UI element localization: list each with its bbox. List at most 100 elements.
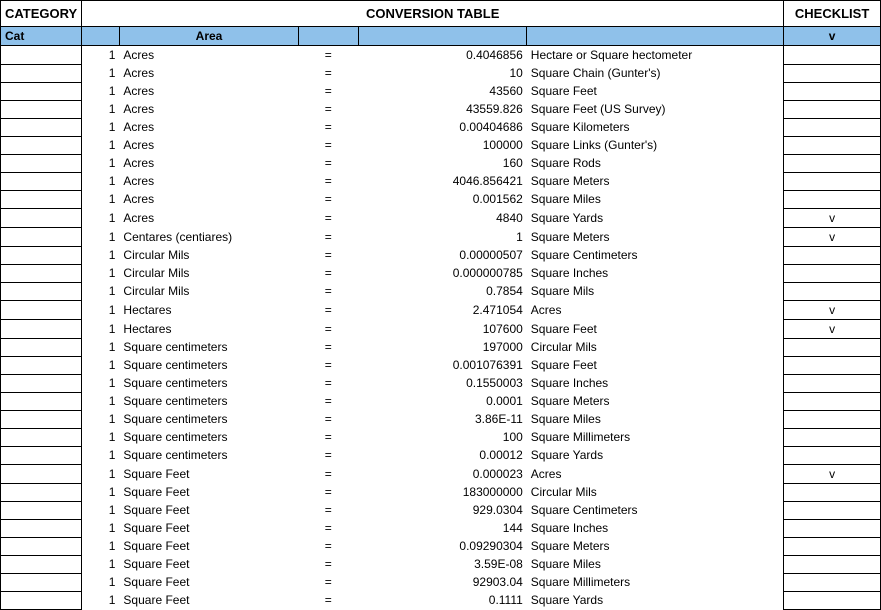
cell-check[interactable] [784,136,881,154]
cell-value[interactable]: 160 [358,154,527,172]
cell-cat[interactable] [1,319,82,338]
cell-check[interactable]: v [784,300,881,319]
cell-qty[interactable]: 1 [82,82,120,100]
cell-qty[interactable]: 1 [82,338,120,356]
cell-qty[interactable]: 1 [82,591,120,609]
cell-qty[interactable]: 1 [82,374,120,392]
cell-from-unit[interactable]: Square Feet [119,591,298,609]
cell-value[interactable]: 0.7854 [358,282,527,300]
cell-to-unit[interactable]: Circular Mils [527,483,784,501]
cell-cat[interactable] [1,446,82,464]
cell-qty[interactable]: 1 [82,501,120,519]
cell-check[interactable] [784,356,881,374]
cell-cat[interactable] [1,282,82,300]
cell-to-unit[interactable]: Square Inches [527,519,784,537]
cell-to-unit[interactable]: Acres [527,464,784,483]
cell-cat[interactable] [1,374,82,392]
cell-cat[interactable] [1,82,82,100]
cell-from-unit[interactable]: Square Feet [119,555,298,573]
cell-value[interactable]: 0.001076391 [358,356,527,374]
cell-to-unit[interactable]: Square Meters [527,227,784,246]
cell-from-unit[interactable]: Square Feet [119,483,298,501]
cell-value[interactable]: 0.000023 [358,464,527,483]
cell-from-unit[interactable]: Square Feet [119,573,298,591]
cell-qty[interactable]: 1 [82,154,120,172]
cell-to-unit[interactable]: Square Chain (Gunter's) [527,64,784,82]
cell-value[interactable]: 4046.856421 [358,172,527,190]
cell-from-unit[interactable]: Square centimeters [119,428,298,446]
cell-from-unit[interactable]: Square Feet [119,464,298,483]
cell-cat[interactable] [1,392,82,410]
cell-qty[interactable]: 1 [82,464,120,483]
cell-qty[interactable]: 1 [82,136,120,154]
cell-value[interactable]: 0.1111 [358,591,527,609]
cell-from-unit[interactable]: Acres [119,190,298,208]
cell-to-unit[interactable]: Hectare or Square hectometer [527,46,784,65]
cell-from-unit[interactable]: Square centimeters [119,374,298,392]
cell-value[interactable]: 0.00000507 [358,246,527,264]
cell-value[interactable]: 4840 [358,208,527,227]
cell-to-unit[interactable]: Square Kilometers [527,118,784,136]
cell-qty[interactable]: 1 [82,246,120,264]
cell-check[interactable] [784,537,881,555]
cell-cat[interactable] [1,555,82,573]
cell-from-unit[interactable]: Square Feet [119,519,298,537]
cell-value[interactable]: 43559.826 [358,100,527,118]
cell-check[interactable] [784,82,881,100]
cell-qty[interactable]: 1 [82,483,120,501]
cell-cat[interactable] [1,501,82,519]
cell-qty[interactable]: 1 [82,118,120,136]
cell-cat[interactable] [1,118,82,136]
cell-check[interactable] [784,46,881,65]
cell-check[interactable] [784,501,881,519]
cell-cat[interactable] [1,64,82,82]
cell-cat[interactable] [1,190,82,208]
cell-qty[interactable]: 1 [82,46,120,65]
cell-qty[interactable]: 1 [82,446,120,464]
cell-qty[interactable]: 1 [82,519,120,537]
cell-value[interactable]: 1 [358,227,527,246]
cell-qty[interactable]: 1 [82,428,120,446]
cell-to-unit[interactable]: Square Inches [527,374,784,392]
cell-check[interactable] [784,154,881,172]
cell-to-unit[interactable]: Square Feet [527,356,784,374]
cell-cat[interactable] [1,464,82,483]
cell-value[interactable]: 0.000000785 [358,264,527,282]
cell-from-unit[interactable]: Centares (centiares) [119,227,298,246]
cell-value[interactable]: 0.1550003 [358,374,527,392]
cell-value[interactable]: 183000000 [358,483,527,501]
cell-to-unit[interactable]: Square Inches [527,264,784,282]
cell-qty[interactable]: 1 [82,555,120,573]
cell-to-unit[interactable]: Square Mils [527,282,784,300]
cell-from-unit[interactable]: Square centimeters [119,392,298,410]
cell-qty[interactable]: 1 [82,282,120,300]
cell-to-unit[interactable]: Square Meters [527,537,784,555]
cell-from-unit[interactable]: Square Feet [119,501,298,519]
cell-from-unit[interactable]: Circular Mils [119,264,298,282]
cell-cat[interactable] [1,519,82,537]
cell-check[interactable]: v [784,208,881,227]
cell-from-unit[interactable]: Hectares [119,300,298,319]
cell-cat[interactable] [1,537,82,555]
cell-cat[interactable] [1,483,82,501]
cell-check[interactable] [784,410,881,428]
cell-to-unit[interactable]: Circular Mils [527,338,784,356]
cell-qty[interactable]: 1 [82,64,120,82]
cell-value[interactable]: 0.00404686 [358,118,527,136]
cell-qty[interactable]: 1 [82,356,120,374]
cell-from-unit[interactable]: Square centimeters [119,446,298,464]
cell-value[interactable]: 10 [358,64,527,82]
cell-value[interactable]: 0.4046856 [358,46,527,65]
cell-to-unit[interactable]: Square Yards [527,208,784,227]
cell-value[interactable]: 100 [358,428,527,446]
cell-check[interactable] [784,519,881,537]
cell-check[interactable] [784,446,881,464]
cell-from-unit[interactable]: Circular Mils [119,246,298,264]
cell-value[interactable]: 0.001562 [358,190,527,208]
cell-value[interactable]: 107600 [358,319,527,338]
cell-from-unit[interactable]: Circular Mils [119,282,298,300]
cell-cat[interactable] [1,338,82,356]
cell-qty[interactable]: 1 [82,190,120,208]
cell-qty[interactable]: 1 [82,100,120,118]
cell-to-unit[interactable]: Square Centimeters [527,501,784,519]
